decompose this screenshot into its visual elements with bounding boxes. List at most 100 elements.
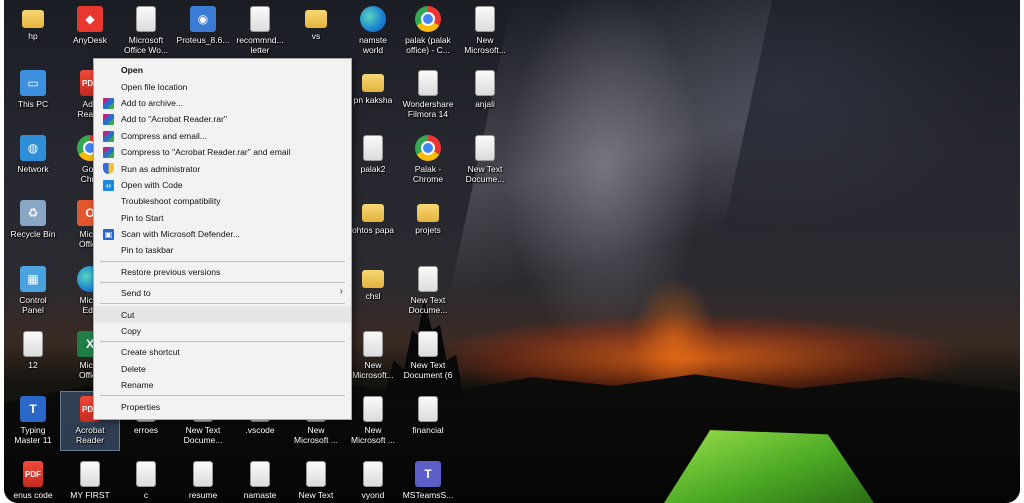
desktop-icon-namaste[interactable]: namaste <box>231 457 289 503</box>
desktop-icon-chsl[interactable]: chsl <box>344 262 402 320</box>
menu-item-label: Open <box>121 65 143 76</box>
desktop-icon-this-pc[interactable]: ▭ This PC <box>4 66 62 124</box>
winrar-icon <box>103 146 114 158</box>
menu-item-pin-to-taskbar[interactable]: Pin to taskbar <box>94 242 351 258</box>
desktop-icon-new-text-last[interactable]: New Text <box>287 457 345 503</box>
document-icon <box>23 331 43 357</box>
desktop-icon-label: erroes <box>133 425 159 435</box>
desktop-icon-new-microsoft-mid[interactable]: New Microsoft... <box>344 327 402 385</box>
desktop-icon-proteus[interactable]: ◉ Proteus_8.6... <box>174 2 232 60</box>
menu-item-label: Create shortcut <box>121 347 180 358</box>
desktop-icon-my-first[interactable]: MY FIRST <box>61 457 119 503</box>
menu-item-compress-rar-email[interactable]: Compress to "Acrobat Reader.rar" and ema… <box>94 144 351 160</box>
desktop-icon-label: palak (palak office) - C... <box>405 35 451 55</box>
desktop-icon-new-microsoft-top[interactable]: New Microsoft... <box>456 2 514 60</box>
menu-item-properties[interactable]: Properties <box>94 398 351 414</box>
desktop-icon-label: palak2 <box>360 164 386 174</box>
desktop-icon-new-text-document-2[interactable]: New Text Docume... <box>399 262 457 320</box>
desktop-icon-control-panel[interactable]: ▦ Control Panel <box>4 262 62 320</box>
desktop-icon-label: New Microsoft ... <box>351 425 395 445</box>
desktop-icon-microsoft-office-word[interactable]: Microsoft Office Wo... <box>117 2 175 60</box>
desktop-icon-label: New Microsoft... <box>464 35 506 55</box>
desktop-icon-financial[interactable]: financial <box>399 392 457 450</box>
menu-item-scan-with-defender[interactable]: ▣ Scan with Microsoft Defender... <box>94 226 351 242</box>
menu-item-run-as-administrator[interactable]: Run as administrator <box>94 160 351 176</box>
document-icon <box>363 135 383 161</box>
desktop-icon-network[interactable]: ◍ Network <box>4 131 62 189</box>
desktop-icon-c-file[interactable]: c <box>117 457 175 503</box>
desktop-icon-label: namaste <box>243 490 277 500</box>
document-icon <box>80 461 100 487</box>
desktop-icon-label: Control Panel <box>19 295 47 315</box>
document-icon <box>250 6 270 32</box>
uac-shield-icon <box>103 163 114 175</box>
desktop-icon-label: MSTeamsS... <box>402 490 454 500</box>
menu-item-pin-to-start[interactable]: Pin to Start <box>94 210 351 226</box>
document-icon <box>363 461 383 487</box>
desktop-icon-enus-code[interactable]: PDF enus code <box>4 457 62 503</box>
menu-item-add-to-rar[interactable]: Add to "Acrobat Reader.rar" <box>94 111 351 127</box>
desktop-icon-resume[interactable]: resume <box>174 457 232 503</box>
desktop-icon-vs[interactable]: vs <box>287 2 345 60</box>
chevron-right-icon: › <box>339 286 343 298</box>
desktop-icon-label: Microsoft Office Wo... <box>123 35 169 55</box>
menu-item-rename[interactable]: Rename <box>94 377 351 393</box>
desktop-icon-label: pn kaksha <box>353 95 393 105</box>
document-icon <box>250 461 270 487</box>
desktop-icon-hp[interactable]: hp <box>4 2 62 60</box>
desktop-icon-label: resume <box>188 490 218 500</box>
menu-item-label: Cut <box>121 309 135 320</box>
desktop-icon-msteams[interactable]: T MSTeamsS... <box>399 457 457 503</box>
desktop-icon-label: namste world <box>359 35 387 55</box>
desktop-icon-namste-world[interactable]: namste world <box>344 2 402 60</box>
desktop-icon-recycle-bin[interactable]: ♻ Recycle Bin <box>4 196 62 254</box>
desktop-icon-projets[interactable]: projets <box>399 196 457 254</box>
menu-item-restore-previous-versions[interactable]: Restore previous versions <box>94 264 351 280</box>
desktop-icon-anydesk[interactable]: ◆ AnyDesk <box>61 2 119 60</box>
menu-item-add-to-archive[interactable]: Add to archive... <box>94 95 351 111</box>
desktop-icon-anjali[interactable]: anjali <box>456 66 514 124</box>
menu-item-copy[interactable]: Copy <box>94 323 351 339</box>
menu-item-label: Pin to taskbar <box>121 245 174 256</box>
desktop-icon-palak-office[interactable]: palak (palak office) - C... <box>399 2 457 60</box>
folder-icon <box>362 74 384 92</box>
menu-item-create-shortcut[interactable]: Create shortcut <box>94 344 351 360</box>
menu-item-open-with-code[interactable]: ‹› Open with Code <box>94 177 351 193</box>
menu-item-open[interactable]: Open <box>94 62 351 78</box>
folder-icon <box>362 204 384 222</box>
desktop-icon-photos-papa[interactable]: ohtos papa <box>344 196 402 254</box>
desktop-icon-label: recommnd... letter <box>236 35 284 55</box>
desktop-icon-new-text-document-6[interactable]: New Text Document (6 <box>399 327 457 385</box>
desktop-icon-label: This PC <box>17 99 49 109</box>
menu-separator <box>100 303 345 305</box>
menu-item-troubleshoot-compatibility[interactable]: Troubleshoot compatibility <box>94 193 351 209</box>
desktop-icon-label: Wondershare Filmora 14 <box>402 99 454 119</box>
desktop-icon-palak2[interactable]: palak2 <box>344 131 402 189</box>
menu-item-label: Add to archive... <box>121 97 184 108</box>
desktop-icon-typing-master[interactable]: T Typing Master 11 <box>4 392 62 450</box>
desktop-icon-new-text-document-1[interactable]: New Text Docume... <box>456 131 514 189</box>
menu-item-cut[interactable]: Cut <box>94 306 351 323</box>
desktop-icon-new-microsoft-bottom-2[interactable]: New Microsoft ... <box>344 392 402 450</box>
menu-item-label: Copy <box>121 326 142 337</box>
desktop-icon-recommnd-letter[interactable]: recommnd... letter <box>231 2 289 60</box>
desktop-icon-label: c <box>143 490 149 500</box>
menu-item-label: Add to "Acrobat Reader.rar" <box>121 114 227 125</box>
desktop-icon-label: enus code <box>13 490 53 500</box>
desktop[interactable]: hp ◆ AnyDesk Microsoft Office Wo... ◉ Proteus… <box>4 0 1020 503</box>
menu-item-open-file-location[interactable]: Open file location <box>94 78 351 94</box>
desktop-icon-label: .vscode <box>245 425 275 435</box>
menu-item-delete[interactable]: Delete <box>94 361 351 377</box>
menu-item-compress-and-email[interactable]: Compress and email... <box>94 128 351 144</box>
menu-item-send-to[interactable]: Send to › <box>94 285 351 301</box>
document-icon <box>475 135 495 161</box>
vscode-icon: ‹› <box>103 179 114 191</box>
desktop-icon-palak-chrome[interactable]: Palak - Chrome <box>399 131 457 189</box>
desktop-icon-pn-kaksha[interactable]: pn kaksha <box>344 66 402 124</box>
desktop-icon-twelve[interactable]: 12 <box>4 327 62 385</box>
desktop-icon-wondershare-filmora[interactable]: Wondershare Filmora 14 <box>399 66 457 124</box>
desktop-icon-vyond[interactable]: vyond <box>344 457 402 503</box>
menu-item-label: Properties <box>121 401 161 412</box>
winrar-icon <box>103 130 114 142</box>
desktop-icon-label: ohtos papa <box>351 225 395 235</box>
